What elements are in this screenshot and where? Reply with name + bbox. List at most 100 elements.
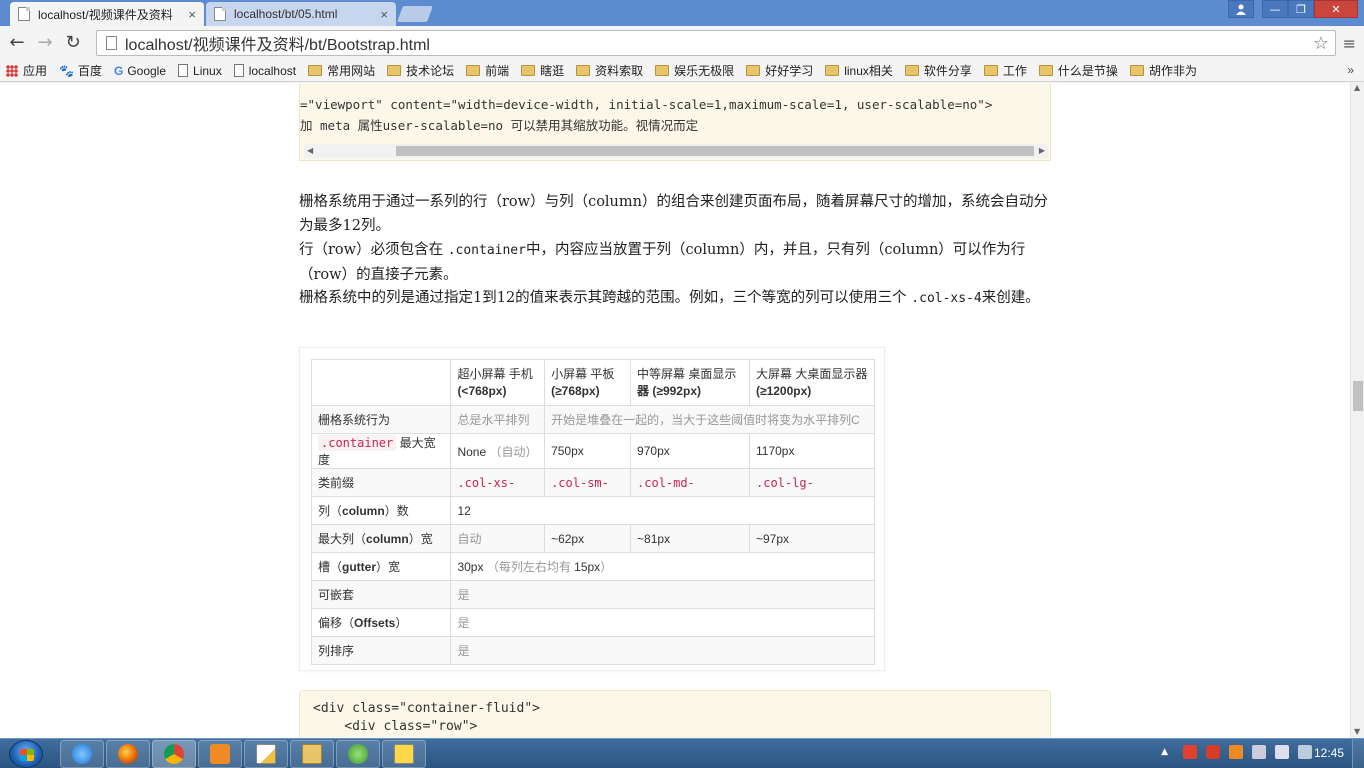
bookmark-folder[interactable]: 常用网站 (308, 62, 375, 79)
tab-strip: localhost/视频课件及资料 × localhost/bt/05.html… (0, 0, 1364, 26)
bookmark-folder[interactable]: 前端 (466, 62, 509, 79)
notepad-icon (256, 744, 276, 764)
bookmark-google[interactable]: G Google (114, 64, 166, 78)
tab-close-icon[interactable]: × (188, 7, 196, 22)
tray-expand-icon[interactable]: ▲ (1161, 747, 1168, 757)
code-horizontal-scrollbar[interactable]: ◀ ▶ (304, 144, 1048, 158)
text: ） (600, 560, 613, 574)
table-row: .container 最大宽度 None （自动） 750px 970px 11… (310, 433, 875, 469)
bookmark-star-icon[interactable]: ☆ (1313, 33, 1329, 54)
bookmark-linux[interactable]: Linux (178, 64, 222, 78)
bookmark-label: 应用 (23, 64, 48, 78)
paragraph-columns: 栅格系统中的列是通过指定1到12的值来表示其跨越的范围。例如，三个等宽的列可以使… (299, 286, 1059, 311)
table-cell: .col-md- (630, 468, 750, 497)
bookmark-folder[interactable]: 瞎逛 (521, 62, 564, 79)
scroll-up-icon[interactable]: ▲ (1354, 83, 1360, 92)
code-line: <div class="row"> (313, 719, 478, 734)
table-row: 类前缀 .col-xs- .col-sm- .col-md- .col-lg- (310, 468, 875, 497)
page-scrollbar[interactable]: ▲ ▼ (1350, 83, 1364, 738)
page-icon (106, 36, 117, 50)
tab-05[interactable]: localhost/bt/05.html × (206, 2, 396, 26)
code-line: ="viewport" content="width=device-width,… (300, 97, 993, 112)
table-cell: .col-xs- (450, 468, 546, 497)
bookmark-folder[interactable]: 资料索取 (576, 62, 643, 79)
bookmark-folder[interactable]: linux相关 (825, 62, 893, 79)
row-label: .container 最大宽度 (310, 433, 452, 469)
bookmark-folder[interactable]: 娱乐无极限 (655, 62, 734, 79)
bookmark-folder[interactable]: 好好学习 (746, 62, 813, 79)
grid-options-table: 超小屏幕 手机 (<768px) 小屏幕 平板 (≥768px) 中等屏幕 桌面显示… (310, 359, 875, 665)
back-button[interactable]: ← (6, 33, 28, 53)
text: 最大列（ (318, 532, 367, 546)
show-desktop-button[interactable] (1352, 739, 1364, 768)
text: 30px (457, 560, 484, 574)
bookmark-folder[interactable]: 工作 (983, 62, 1027, 79)
tray-app-icon[interactable] (1229, 745, 1243, 759)
new-tab-button[interactable] (397, 6, 433, 22)
bookmark-folder[interactable]: 什么是节操 (1038, 62, 1118, 79)
taskbar-notepad[interactable] (244, 740, 288, 768)
row-label: 类前缀 (310, 468, 452, 497)
table-header (310, 359, 452, 406)
taskbar-ie[interactable] (60, 740, 104, 768)
taskbar-help[interactable] (382, 740, 426, 768)
bookmark-label: Google (127, 63, 167, 78)
text: 槽（ (318, 560, 343, 574)
table-header: 小屏幕 平板 (≥768px) (544, 359, 632, 406)
bookmark-baidu[interactable]: 🐾 百度 (59, 62, 102, 79)
page-icon (233, 64, 244, 77)
taskbar-explorer[interactable] (290, 740, 334, 768)
taskbar-chrome[interactable] (152, 740, 196, 768)
scroll-right-icon[interactable]: ▶ (1039, 144, 1045, 158)
scroll-left-icon[interactable]: ◀ (307, 144, 313, 158)
bookmarks-more-button[interactable]: » (1347, 63, 1354, 77)
bookmark-folder[interactable]: 软件分享 (904, 62, 972, 79)
table-header: 超小屏幕 手机 (<768px) (450, 359, 546, 406)
table-cell: ~97px (749, 524, 875, 553)
taskbar-app[interactable] (336, 740, 380, 768)
tab-bootstrap[interactable]: localhost/视频课件及资料 × (10, 2, 204, 26)
folder-icon (655, 65, 670, 76)
volume-icon[interactable] (1275, 745, 1289, 759)
taskbar-app[interactable] (198, 740, 242, 768)
row-label: 列排序 (310, 636, 452, 665)
tray-app-icon[interactable] (1206, 745, 1220, 759)
firefox-icon (118, 744, 138, 764)
clock[interactable]: 12:45 (1314, 746, 1344, 760)
scrollbar-thumb[interactable] (396, 146, 1034, 156)
address-bar[interactable]: localhost/视频课件及资料/bt/Bootstrap.html ☆ (96, 30, 1336, 56)
restore-button[interactable]: ❐ (1288, 0, 1314, 18)
bookmark-folder[interactable]: 胡作非为 (1129, 62, 1197, 79)
minimize-button[interactable]: — (1262, 0, 1288, 18)
keyboard-icon[interactable] (1298, 745, 1312, 759)
tab-label: localhost/视频课件及资料 (38, 7, 173, 22)
menu-icon[interactable]: ≡ (1343, 34, 1356, 53)
folder-icon (308, 65, 323, 76)
bookmark-folder[interactable]: 技术论坛 (387, 62, 454, 79)
tray-app-icon[interactable] (1183, 745, 1197, 759)
inline-code: .col-md- (637, 475, 695, 490)
folder-icon (466, 65, 481, 76)
reload-button[interactable]: ↻ (62, 33, 84, 53)
grid-table-panel: 超小屏幕 手机 (<768px) 小屏幕 平板 (≥768px) 中等屏幕 桌面显示… (299, 347, 885, 671)
bookmark-label: 资料索取 (595, 64, 644, 78)
table-row: 最大列（column）宽 自动 ~62px ~81px ~97px (310, 524, 875, 553)
user-icon[interactable] (1228, 0, 1254, 18)
app-green-icon (348, 744, 368, 764)
header-text: 大屏幕 大桌面显示器 (756, 366, 868, 381)
address-url[interactable]: localhost/视频课件及资料/bt/Bootstrap.html (125, 31, 1313, 55)
scrollbar-thumb[interactable] (1353, 381, 1363, 411)
network-icon[interactable] (1252, 745, 1266, 759)
bookmark-localhost[interactable]: localhost (233, 64, 296, 78)
baidu-icon: 🐾 (59, 63, 74, 78)
paragraph-intro: 栅格系统用于通过一系列的行（row）与列（column）的组合来创建页面布局，随… (299, 194, 1048, 234)
scroll-down-icon[interactable]: ▼ (1354, 727, 1360, 736)
forward-button[interactable]: → (34, 33, 56, 53)
tab-close-icon[interactable]: × (380, 7, 388, 22)
bookmark-label: 好好学习 (765, 64, 814, 78)
bookmark-apps[interactable]: 应用 (6, 62, 47, 79)
close-window-button[interactable]: ✕ (1314, 0, 1358, 18)
start-button[interactable] (9, 740, 43, 768)
text: column (366, 532, 409, 546)
taskbar-firefox[interactable] (106, 740, 150, 768)
